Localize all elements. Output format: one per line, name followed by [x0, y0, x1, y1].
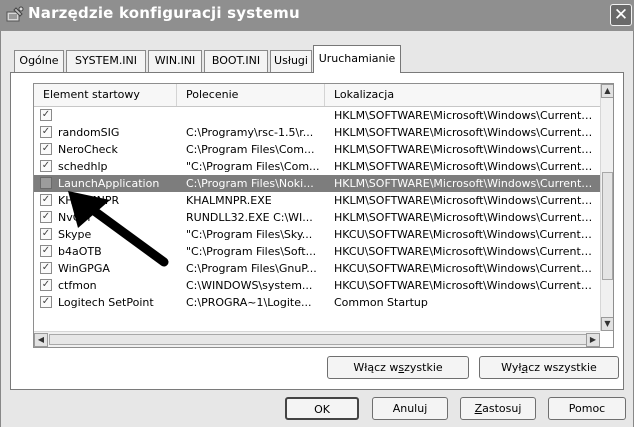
startup-item-checkbox[interactable]: ✓: [40, 143, 52, 155]
enable-all-button[interactable]: Włącz wszystkie: [327, 356, 469, 379]
table-row[interactable]: ✓ b4aOTB "C:\Program Files\Soft... HKCU\SOF…: [34, 243, 600, 260]
startup-item-name: randomSIG: [58, 126, 120, 139]
apply-button[interactable]: Zastosuj: [460, 397, 536, 420]
tab-startup[interactable]: Uruchamianie: [313, 45, 401, 73]
startup-item-command: [186, 107, 320, 124]
startup-item-name: [58, 107, 175, 124]
table-row[interactable]: ✓ KHALMNPR KHALMNPR.EXE HKLM\SOFTWARE\Micro…: [34, 192, 600, 209]
horizontal-scrollbar[interactable]: ◀ ▶: [34, 331, 600, 347]
table-row[interactable]: ✓ NeroCheck C:\Program Files\Com... HKLM\SO…: [34, 141, 600, 158]
startup-item-name: NeroCheck: [58, 143, 118, 156]
startup-list[interactable]: Element startowy Polecenie Lokalizacja ✓…: [33, 83, 614, 348]
close-icon: ✕: [613, 5, 629, 25]
startup-item-command: C:\Program Files\GnuP...: [186, 262, 317, 275]
table-row[interactable]: ✓ schedhlp "C:\Program Files\Com... HKLM\SO…: [34, 158, 600, 175]
table-row[interactable]: ✓ NvCpl RUNDLL32.EXE C:\WI... HKLM\SOFTWARE…: [34, 209, 600, 226]
startup-item-checkbox[interactable]: ✓: [40, 279, 52, 291]
startup-item-checkbox[interactable]: ✓: [40, 262, 52, 274]
table-row[interactable]: ✓ Skype "C:\Program Files\Sky... HKCU\SOFTW…: [34, 226, 600, 243]
cancel-button[interactable]: Anuluj: [372, 397, 448, 420]
table-row[interactable]: ✓ randomSIG C:\Programy\rsc-1.5\r... HKLM\S…: [34, 124, 600, 141]
disable-all-label: Wył: [501, 361, 522, 374]
startup-item-location: HKCU\SOFTWARE\Microsoft\Windows\CurrentV…: [334, 228, 596, 241]
startup-item-name: Logitech SetPoint: [58, 296, 154, 309]
startup-item-location: Common Startup: [334, 296, 428, 309]
ok-button[interactable]: OK: [285, 397, 359, 420]
startup-item-name: b4aOTB: [58, 245, 102, 258]
column-header-startup-item[interactable]: Element startowy: [34, 84, 177, 106]
startup-item-command: C:\PROGRA~1\Logite...: [186, 296, 312, 309]
startup-item-command: "C:\Program Files\Com...: [186, 160, 320, 173]
help-button[interactable]: Pomoc: [548, 397, 626, 420]
startup-item-checkbox[interactable]: ✓: [40, 211, 52, 223]
startup-item-checkbox[interactable]: ✓: [40, 109, 52, 121]
startup-item-location: HKCU\SOFTWARE\Microsoft\Windows\CurrentV…: [334, 262, 596, 275]
startup-item-checkbox[interactable]: ✓: [40, 160, 52, 172]
startup-item-name: NvCpl: [58, 211, 91, 224]
enable-all-label: Włącz w: [353, 361, 399, 374]
column-header-location[interactable]: Lokalizacja: [325, 84, 600, 106]
scroll-down-icon[interactable]: ▼: [601, 317, 613, 331]
table-row[interactable]: ✓ ctfmon C:\WINDOWS\system... HKCU\SOFTWARE…: [34, 277, 600, 294]
enable-all-label-rest: zystkie: [404, 361, 443, 374]
window-title: Narzędzie konfiguracji systemu: [28, 4, 300, 22]
startup-item-location: HKLM\SOFTWARE\Microsoft\Windows\CurrentV…: [334, 160, 596, 173]
tab-win-ini[interactable]: WIN.INI: [148, 50, 202, 72]
startup-item-checkbox[interactable]: [40, 177, 52, 189]
apply-label: astosuj: [482, 402, 522, 415]
startup-item-command: "C:\Program Files\Soft...: [186, 245, 317, 258]
scroll-up-icon[interactable]: ▲: [601, 84, 613, 98]
tab-services[interactable]: Usługi: [270, 50, 312, 72]
startup-item-location: HKLM\SOFTWARE\Microsoft\Windows\CurrentV…: [334, 177, 596, 190]
startup-item-name: LaunchApplication: [58, 177, 160, 190]
startup-item-location: HKLM\SOFTWARE\Microsoft\Windows\CurrentV…: [334, 194, 596, 207]
vertical-scroll-thumb[interactable]: [602, 172, 613, 280]
startup-item-name: schedhlp: [58, 160, 108, 173]
startup-item-location: HKLM\SOFTWARE\Microsoft\Windows\CurrentV…: [334, 109, 596, 122]
system-config-icon: [6, 6, 24, 22]
startup-item-location: HKLM\SOFTWARE\Microsoft\Windows\CurrentV…: [334, 211, 596, 224]
startup-item-command: KHALMNPR.EXE: [186, 194, 272, 207]
scroll-left-icon[interactable]: ◀: [34, 333, 48, 347]
startup-item-location: HKCU\SOFTWARE\Microsoft\Windows\CurrentV…: [334, 245, 596, 258]
startup-item-command: C:\WINDOWS\system...: [186, 279, 313, 292]
table-row[interactable]: ✓ HKLM\SOFTWARE\Microsoft\Windows\Current…: [34, 107, 600, 124]
vertical-scrollbar[interactable]: ▲ ▼: [600, 84, 613, 331]
startup-item-location: HKLM\SOFTWARE\Microsoft\Windows\CurrentV…: [334, 143, 596, 156]
list-header: Element startowy Polecenie Lokalizacja: [34, 84, 600, 107]
scroll-right-icon[interactable]: ▶: [586, 333, 600, 347]
startup-item-checkbox[interactable]: ✓: [40, 228, 52, 240]
startup-item-command: "C:\Program Files\Sky...: [186, 228, 313, 241]
startup-item-command: C:\Program Files\Noki...: [186, 177, 314, 190]
startup-item-name: KHALMNPR: [58, 194, 120, 207]
startup-item-location: HKLM\SOFTWARE\Microsoft\Windows\CurrentV…: [334, 126, 596, 139]
startup-item-command: C:\Programy\rsc-1.5\r...: [186, 126, 314, 139]
startup-item-location: HKCU\SOFTWARE\Microsoft\Windows\CurrentV…: [334, 279, 596, 292]
tab-general[interactable]: Ogólne: [14, 50, 64, 72]
tab-system-ini[interactable]: SYSTEM.INI: [66, 50, 146, 72]
startup-item-name: Skype: [58, 228, 92, 241]
startup-item-checkbox[interactable]: ✓: [40, 194, 52, 206]
table-row[interactable]: ✓ WinGPGA C:\Program Files\GnuP... HKCU\SOF…: [34, 260, 600, 277]
title-bar: Narzędzie konfiguracji systemu ✕: [0, 0, 634, 32]
startup-item-checkbox[interactable]: ✓: [40, 245, 52, 257]
tab-boot-ini[interactable]: BOOT.INI: [204, 50, 268, 72]
disable-all-label-rest: cz wszystkie: [528, 361, 597, 374]
startup-item-checkbox[interactable]: ✓: [40, 126, 52, 138]
startup-item-checkbox[interactable]: ✓: [40, 296, 52, 308]
startup-item-name: ctfmon: [58, 279, 97, 292]
horizontal-scroll-thumb[interactable]: [49, 334, 587, 345]
disable-all-button[interactable]: Wyłącz wszystkie: [479, 356, 619, 379]
apply-mnemonic: Z: [474, 402, 483, 415]
startup-item-command: RUNDLL32.EXE C:\WI...: [186, 211, 313, 224]
table-row[interactable]: ✓ Logitech SetPoint C:\PROGRA~1\Logite... C…: [34, 294, 600, 311]
startup-item-command: C:\Program Files\Com...: [186, 143, 315, 156]
close-button[interactable]: ✕: [610, 4, 632, 26]
table-row[interactable]: LaunchApplication C:\Program Files\Noki..…: [34, 175, 600, 192]
column-header-command[interactable]: Polecenie: [177, 84, 325, 106]
startup-item-name: WinGPGA: [58, 262, 110, 275]
